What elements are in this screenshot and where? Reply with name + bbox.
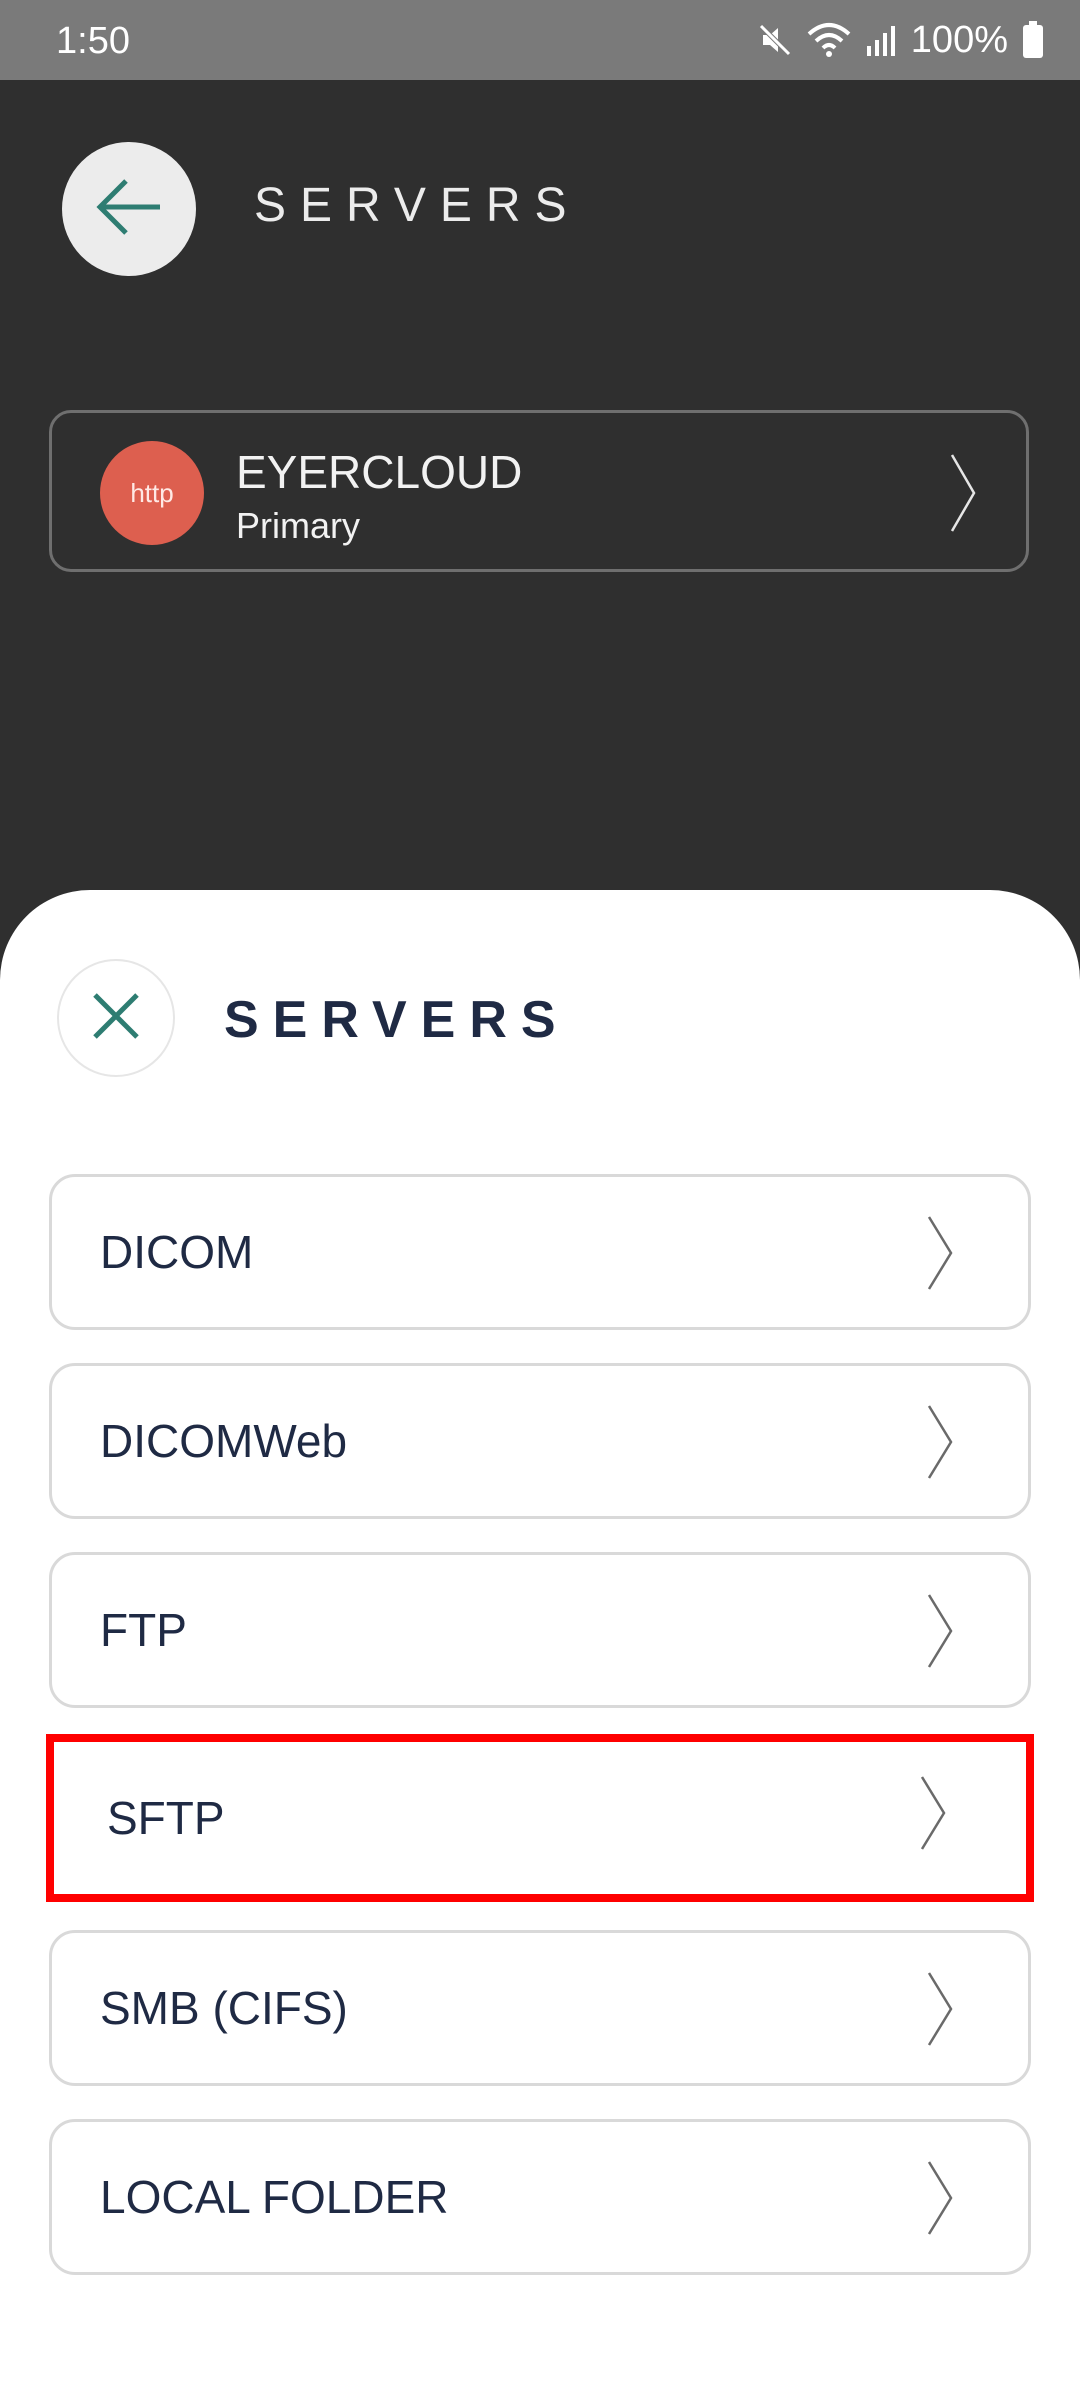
wifi-icon xyxy=(807,22,851,58)
option-label: SMB (CIFS) xyxy=(100,1982,348,2034)
status-bar: 1:50 100% xyxy=(0,0,1080,80)
battery-icon xyxy=(1022,21,1044,59)
chevron-right-icon xyxy=(926,2160,954,2241)
server-card-eyercloud[interactable]: http EYERCLOUD Primary xyxy=(49,410,1029,572)
option-dicomweb[interactable]: DICOMWeb xyxy=(49,1363,1031,1519)
mute-icon xyxy=(757,22,793,58)
chevron-right-icon xyxy=(926,1215,954,1296)
sheet-title: SERVERS xyxy=(224,991,570,1049)
option-label: LOCAL FOLDER xyxy=(100,2171,449,2223)
arrow-left-icon xyxy=(94,177,164,242)
http-badge: http xyxy=(100,441,204,545)
close-button[interactable] xyxy=(57,959,175,1077)
close-icon xyxy=(91,991,141,1046)
option-ftp[interactable]: FTP xyxy=(49,1552,1031,1708)
back-button[interactable] xyxy=(62,142,196,276)
server-role: Primary xyxy=(236,505,360,546)
option-local-folder[interactable]: LOCAL FOLDER xyxy=(49,2119,1031,2275)
server-name: EYERCLOUD xyxy=(236,446,523,498)
chevron-right-icon xyxy=(919,1775,947,1856)
status-time: 1:50 xyxy=(56,20,130,62)
option-smb-cifs[interactable]: SMB (CIFS) xyxy=(49,1930,1031,2086)
option-dicom[interactable]: DICOM xyxy=(49,1174,1031,1330)
page-title: SERVERS xyxy=(254,179,581,232)
chevron-right-icon xyxy=(926,1404,954,1485)
chevron-right-icon xyxy=(926,1593,954,1674)
battery-percent: 100% xyxy=(910,18,1008,61)
option-label: DICOMWeb xyxy=(100,1415,348,1467)
option-label: DICOM xyxy=(100,1226,254,1278)
signal-icon xyxy=(865,22,897,58)
option-label: FTP xyxy=(100,1604,187,1656)
chevron-right-icon xyxy=(948,453,978,538)
chevron-right-icon xyxy=(926,1971,954,2052)
option-label: SFTP xyxy=(107,1792,225,1844)
status-icons: 100% xyxy=(757,16,1044,64)
option-sftp[interactable]: SFTP xyxy=(46,1734,1034,1902)
servers-sheet: SERVERS DICOM DICOMWeb FTP SFTP SMB (CIF… xyxy=(0,890,1080,2400)
